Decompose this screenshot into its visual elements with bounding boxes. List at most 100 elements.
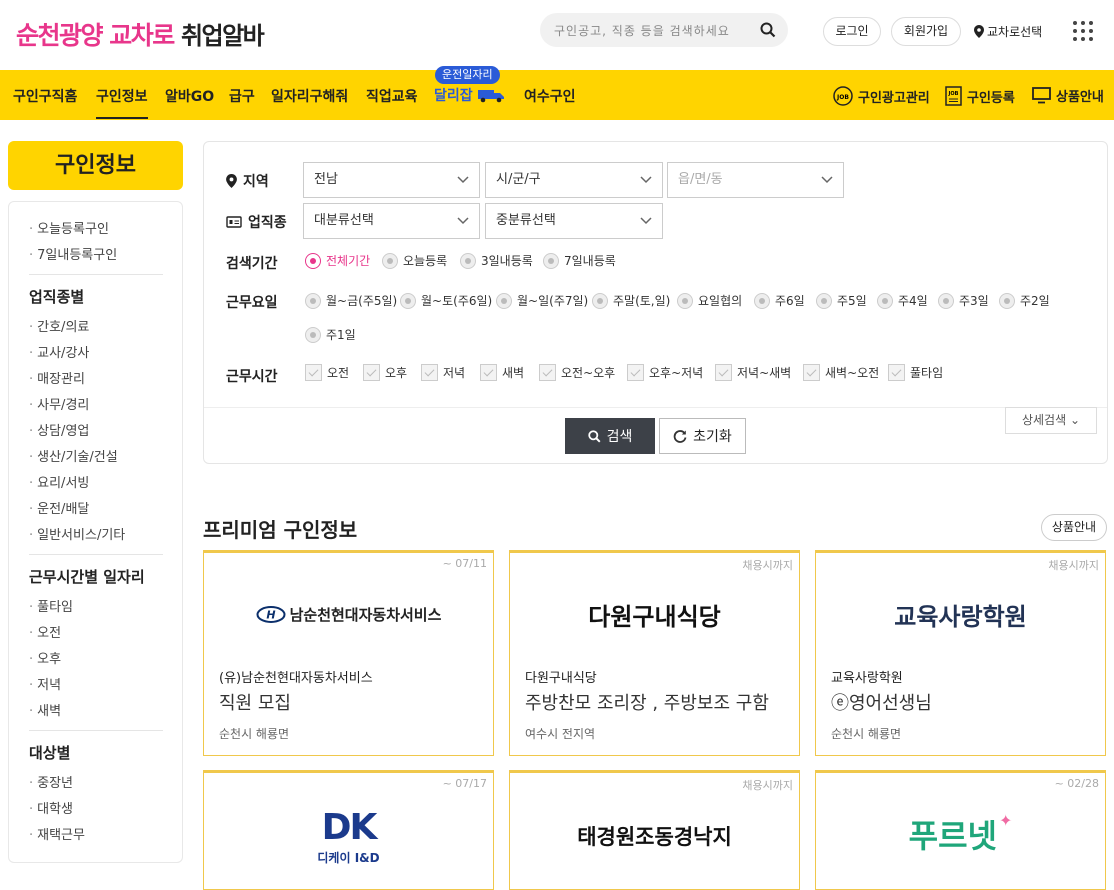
sidebar-item-morning[interactable]: 오전 <box>29 622 61 641</box>
divider <box>29 274 163 275</box>
day-option[interactable]: 주말(토,일) <box>592 292 670 309</box>
chevron-down-icon <box>821 176 833 184</box>
sidebar-item-fulltime[interactable]: 풀타임 <box>29 596 73 615</box>
search-button-label: 검색 <box>606 429 633 445</box>
region-select-button[interactable]: 교차로선택 <box>974 23 1042 40</box>
day-option[interactable]: 주6일 <box>754 292 805 309</box>
hours-checkbox[interactable]: 오후~저녁 <box>627 364 703 381</box>
hours-checkbox[interactable]: 오전~오후 <box>539 364 615 381</box>
nav-item-find-me-job[interactable]: 일자리구해줘 <box>271 86 348 106</box>
period-option[interactable]: 7일내등록 <box>543 252 616 269</box>
period-option[interactable]: 3일내등록 <box>460 252 533 269</box>
hours-checkbox[interactable]: 오후 <box>363 364 407 381</box>
job-card[interactable]: 채용시까지 태경원조동경낙지 <box>509 770 800 890</box>
select-value: 시/군/구 <box>496 172 541 187</box>
job-title: 주방찬모 조리장 , 주방보조 구함 <box>525 693 769 714</box>
day-option[interactable]: 주3일 <box>938 292 989 309</box>
svg-text:JOB: JOB <box>948 91 959 97</box>
job-card[interactable]: ~ 07/11 H 남순천현대자동차서비스 (유)남순천현대자동차서비스 직원 … <box>203 550 494 756</box>
day-option[interactable]: 월~일(주7일) <box>496 292 588 309</box>
signup-button[interactable]: 회원가입 <box>891 17 961 46</box>
chevron-down-icon: ⌄ <box>1069 413 1081 427</box>
nav-item-urgent[interactable]: 급구 <box>229 86 255 106</box>
day-option[interactable]: 주2일 <box>999 292 1050 309</box>
nav-item-yeosu[interactable]: 여수구인 <box>524 86 576 106</box>
login-button[interactable]: 로그인 <box>823 17 881 46</box>
nav-item-albago[interactable]: 알바GO <box>165 86 214 106</box>
search-button[interactable]: 검색 <box>565 418 655 454</box>
logo-text: 디케이 I&D <box>317 851 380 865</box>
nav-product-guide[interactable]: 상품안내 <box>1032 86 1104 105</box>
company-logo: DK 디케이 I&D <box>204 809 493 866</box>
option-label: 새벽~오전 <box>825 366 880 380</box>
sidebar-item-today[interactable]: 오늘등록구인 <box>29 218 109 237</box>
region-city-select[interactable]: 시/군/구 <box>485 162 663 198</box>
nav-badge: 운전일자리 <box>435 66 500 84</box>
sidebar-item-middle-aged[interactable]: 중장년 <box>29 772 73 791</box>
option-label: 주말(토,일) <box>613 294 671 308</box>
search-icon[interactable] <box>760 22 776 38</box>
period-option[interactable]: 전체기간 <box>305 252 370 269</box>
sidebar-item-service[interactable]: 일반서비스/기타 <box>29 524 125 543</box>
apps-grid-icon[interactable] <box>1073 21 1093 41</box>
day-option[interactable]: 주5일 <box>816 292 867 309</box>
card-deadline: ~ 02/28 <box>1054 777 1099 790</box>
nav-item-jobs[interactable]: 구인정보 <box>96 86 148 119</box>
option-label: 오후~저녁 <box>649 366 704 380</box>
sidebar-item-production[interactable]: 생산/기술/건설 <box>29 446 118 465</box>
search-filter-panel: 지역 전남 시/군/구 읍/면/동 업직종 대분류선택 중분류선택 검색기간 전… <box>203 141 1108 464</box>
site-logo[interactable]: 순천광양 교차로 취업알바 <box>16 16 265 52</box>
detail-search-button[interactable]: 상세검색 ⌄ <box>1005 407 1097 434</box>
sidebar-item-evening[interactable]: 저녁 <box>29 674 61 693</box>
hours-checkbox[interactable]: 새벽~오전 <box>803 364 879 381</box>
sidebar-item-nursing[interactable]: 간호/의료 <box>29 316 89 335</box>
sidebar-item-teacher[interactable]: 교사/강사 <box>29 342 89 361</box>
job-minor-select[interactable]: 중분류선택 <box>485 203 663 239</box>
day-option[interactable]: 월~금(주5일) <box>305 292 397 309</box>
sidebar-item-office[interactable]: 사무/경리 <box>29 394 89 413</box>
hours-checkbox[interactable]: 풀타임 <box>888 364 943 381</box>
sidebar-item-driving[interactable]: 운전/배달 <box>29 498 89 517</box>
divider <box>29 554 163 555</box>
sidebar-item-afternoon[interactable]: 오후 <box>29 648 61 667</box>
option-label: 저녁~새벽 <box>737 366 792 380</box>
search-input[interactable]: 구인공고, 직종 등을 검색하세요 <box>540 13 788 47</box>
hours-checkbox[interactable]: 저녁 <box>421 364 465 381</box>
hyundai-logo-icon: H <box>256 605 286 623</box>
hours-checkbox[interactable]: 저녁~새벽 <box>715 364 791 381</box>
nav-item-dallijab[interactable]: 달리잡 <box>434 85 507 105</box>
day-option[interactable]: 주4일 <box>877 292 928 309</box>
sidebar-item-store[interactable]: 매장관리 <box>29 368 85 387</box>
job-card[interactable]: 채용시까지 다원구내식당 다원구내식당 주방찬모 조리장 , 주방보조 구함 여… <box>509 550 800 756</box>
day-option[interactable]: 월~토(주6일) <box>400 292 492 309</box>
company-logo: H 남순천현대자동차서비스 <box>204 591 493 637</box>
job-major-select[interactable]: 대분류선택 <box>303 203 480 239</box>
job-card[interactable]: ~ 07/17 DK 디케이 I&D <box>203 770 494 890</box>
sidebar-item-dawn[interactable]: 새벽 <box>29 700 61 719</box>
region-town-select[interactable]: 읍/면/동 <box>667 162 844 198</box>
nav-job-register[interactable]: JOB 구인등록 <box>945 86 1015 106</box>
day-option[interactable]: 주1일 <box>305 326 356 343</box>
job-card[interactable]: ~ 02/28 푸르넷 ✦ <box>815 770 1106 890</box>
sidebar-item-7days[interactable]: 7일내등록구인 <box>29 244 117 263</box>
sidebar-item-sales[interactable]: 상담/영업 <box>29 420 89 439</box>
nav-ad-manage[interactable]: JOB 구인광고관리 <box>833 86 930 106</box>
nav-dallijab-label: 달리잡 <box>434 88 473 104</box>
period-option[interactable]: 오늘등록 <box>382 252 447 269</box>
sidebar-item-remote[interactable]: 재택근무 <box>29 824 85 843</box>
region-province-select[interactable]: 전남 <box>303 162 480 198</box>
hours-checkbox[interactable]: 새벽 <box>480 364 524 381</box>
sidebar-item-student[interactable]: 대학생 <box>29 798 73 817</box>
hours-checkbox[interactable]: 오전 <box>305 364 349 381</box>
nav-item-home[interactable]: 구인구직홈 <box>13 86 77 106</box>
job-card[interactable]: 채용시까지 교육사랑학원 교육사랑학원 ⓔ영어선생님 순천시 해룡면 <box>815 550 1106 756</box>
product-guide-button[interactable]: 상품안내 <box>1041 514 1107 541</box>
reset-button[interactable]: 초기화 <box>659 418 746 454</box>
day-option[interactable]: 요일협의 <box>677 292 742 309</box>
nav-item-education[interactable]: 직업교육 <box>366 86 418 106</box>
top-header: 순천광양 교차로 취업알바 구인공고, 직종 등을 검색하세요 로그인 회원가입… <box>0 0 1114 70</box>
id-card-icon <box>226 216 242 228</box>
sidebar-item-cooking[interactable]: 요리/서빙 <box>29 472 89 491</box>
divider <box>204 407 1107 408</box>
company-name: 다원구내식당 <box>525 671 597 686</box>
